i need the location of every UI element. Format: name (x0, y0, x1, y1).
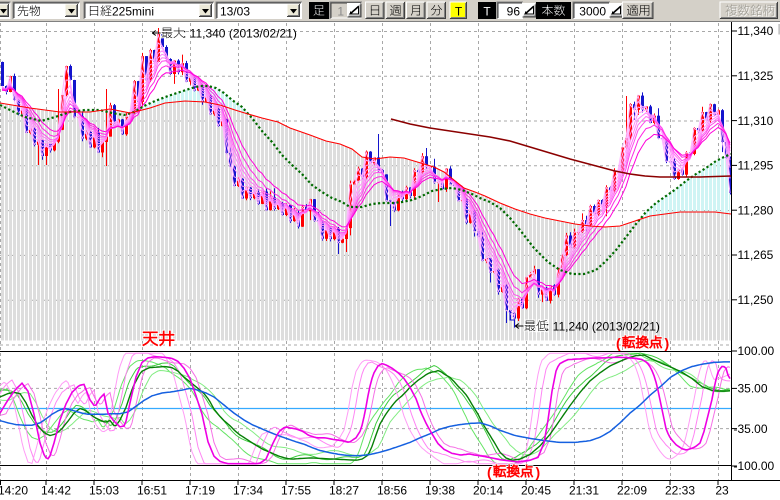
svg-text:17:19: 17:19 (185, 484, 215, 498)
svg-text:): ) (665, 335, 670, 351)
svg-text:-35.00: -35.00 (734, 422, 768, 436)
svg-text:16:51: 16:51 (137, 484, 167, 498)
svg-text:11,340: 11,340 (738, 24, 774, 38)
svg-text:17:34: 17:34 (233, 484, 263, 498)
svg-text:(: ( (487, 464, 492, 480)
svg-text:18:27: 18:27 (329, 484, 359, 498)
svg-text:T: T (455, 5, 463, 19)
svg-text:11,310: 11,310 (738, 114, 774, 128)
svg-text:23: 23 (715, 484, 729, 498)
svg-text:11,280: 11,280 (738, 203, 774, 217)
svg-text:3000: 3000 (579, 5, 606, 19)
svg-text:18:56: 18:56 (377, 484, 407, 498)
svg-text:100.00: 100.00 (738, 344, 775, 358)
svg-text:15:03: 15:03 (89, 484, 119, 498)
svg-text:14:42: 14:42 (41, 484, 71, 498)
svg-text:: 11,340 (2013/02/21): : 11,340 (2013/02/21) (183, 27, 297, 41)
svg-text:21:31: 21:31 (569, 484, 599, 498)
svg-text:(: ( (616, 335, 621, 351)
svg-text:96: 96 (507, 5, 521, 19)
svg-text:): ) (536, 464, 541, 480)
svg-text:20:45: 20:45 (521, 484, 551, 498)
svg-text:11,250: 11,250 (738, 293, 774, 307)
svg-text:35.00: 35.00 (738, 382, 768, 396)
svg-text:17:55: 17:55 (281, 484, 311, 498)
svg-text:-100.00: -100.00 (734, 459, 775, 473)
svg-text:11,265: 11,265 (738, 248, 774, 262)
svg-text:19:38: 19:38 (425, 484, 455, 498)
svg-text:1: 1 (337, 5, 344, 19)
svg-text:11,325: 11,325 (738, 69, 774, 83)
svg-text:T: T (483, 5, 491, 19)
svg-text:225mini: 225mini (112, 5, 154, 19)
svg-text:20:14: 20:14 (473, 484, 503, 498)
svg-text:: 11,240 (2013/02/21): : 11,240 (2013/02/21) (546, 320, 660, 334)
svg-text:22:33: 22:33 (665, 484, 695, 498)
svg-text:14:20: 14:20 (0, 484, 28, 498)
svg-text:22:09: 22:09 (617, 484, 647, 498)
svg-text:13/03: 13/03 (220, 5, 250, 19)
svg-text:11,295: 11,295 (738, 159, 774, 173)
